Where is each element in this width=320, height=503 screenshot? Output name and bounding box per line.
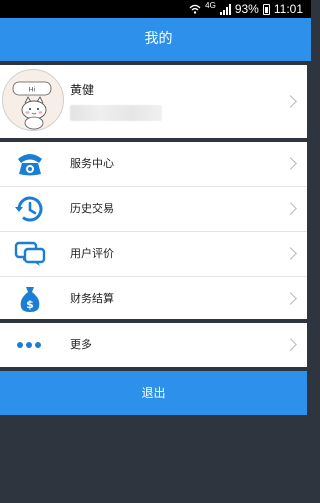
menu-item-label: 财务结算 (70, 292, 114, 305)
clock-time: 11:01 (273, 2, 303, 16)
network-type: 4G (205, 1, 216, 10)
logout-button[interactable]: 退出 (0, 371, 307, 415)
profile-name: 黄健 (70, 83, 95, 97)
chevron-right-icon (284, 94, 297, 108)
menu-item-history[interactable]: 历史交易 (0, 187, 307, 231)
avatar-caption: Hi (29, 86, 36, 94)
chevron-right-icon (284, 202, 297, 215)
menu-item-label: 用户评价 (70, 247, 114, 260)
menu-item-service-center[interactable]: 服务中心 (0, 142, 307, 186)
chevron-right-icon (284, 247, 297, 260)
history-clock-icon (15, 196, 43, 222)
page-title: 我的 (144, 31, 173, 47)
menu-item-label: 历史交易 (70, 202, 114, 215)
status-bar: 4G 93% 11:01 (0, 0, 311, 18)
chevron-right-icon (284, 157, 297, 170)
phone-service-icon (18, 154, 42, 176)
ellipsis-icon (17, 342, 41, 348)
avatar[interactable]: Hi (2, 69, 64, 131)
more-label: 更多 (70, 338, 92, 351)
menu-item-finance[interactable]: $ 财务结算 (0, 277, 307, 321)
profile-account-redacted (70, 105, 162, 121)
menu-item-user-reviews[interactable]: 用户评价 (0, 232, 307, 276)
profile-card[interactable]: Hi 黄健 (0, 65, 307, 138)
battery-percent: 93% (234, 2, 259, 16)
menu-list: 服务中心 历史交易 用户评价 $ 财务结算 (0, 142, 307, 319)
menu-item-more[interactable]: 更多 (0, 323, 307, 367)
battery-icon (262, 3, 270, 15)
svg-text:$: $ (26, 298, 34, 311)
menu-item-label: 服务中心 (70, 157, 114, 170)
header-bar: 我的 (0, 18, 311, 61)
chevron-right-icon (284, 338, 297, 351)
signal-icon (219, 3, 231, 15)
wifi-icon (189, 4, 201, 14)
chat-bubble-icon (14, 241, 46, 266)
empty-background (0, 415, 307, 503)
chevron-right-icon (284, 292, 297, 305)
status-indicators: 4G 93% 11:01 (189, 1, 303, 17)
cartoon-cat-avatar-icon: Hi (12, 81, 52, 130)
money-bag-icon: $ (20, 287, 40, 312)
